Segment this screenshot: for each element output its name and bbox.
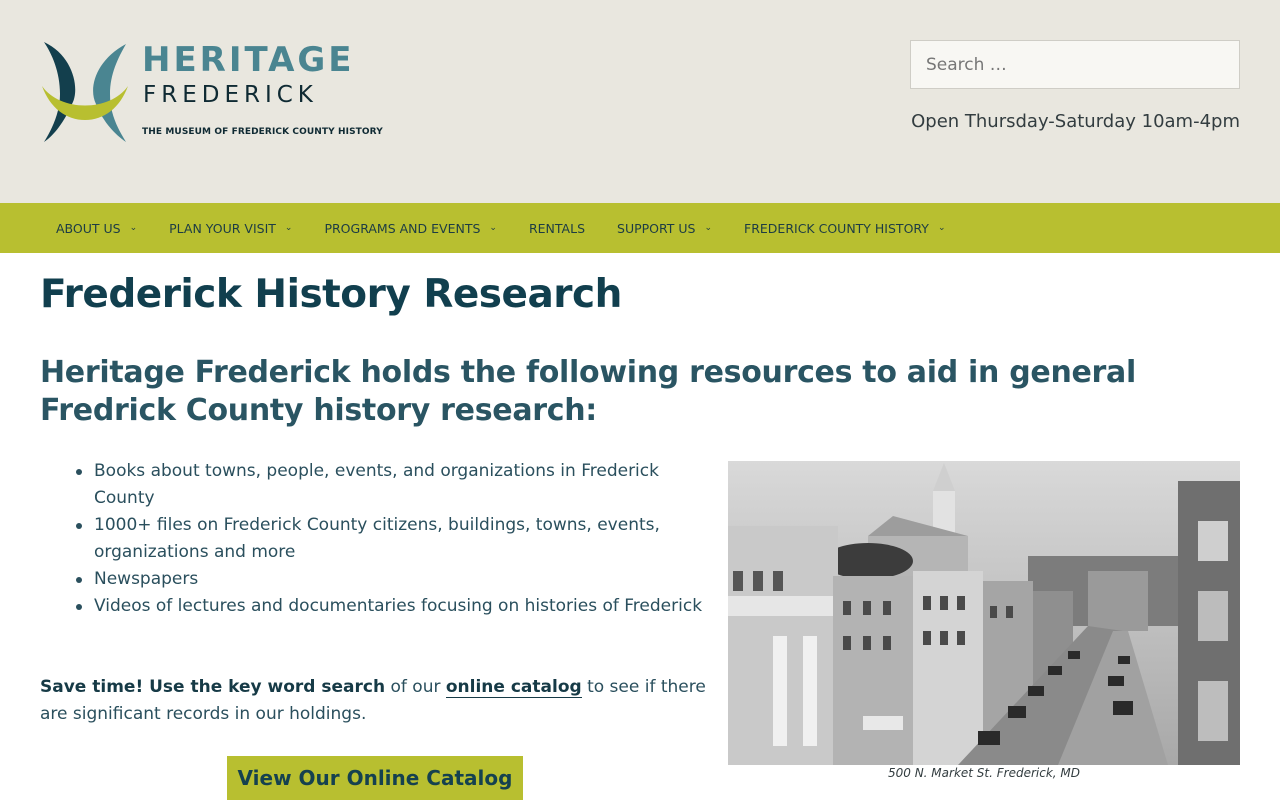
search-input[interactable] <box>910 40 1240 89</box>
site-header: HERITAGE FREDERICK THE MUSEUM OF FREDERI… <box>0 0 1280 203</box>
nav-item-about-us[interactable]: ABOUT US ⌄ <box>40 203 153 253</box>
chevron-down-icon: ⌄ <box>704 223 713 233</box>
opening-hours: Open Thursday-Saturday 10am-4pm <box>911 111 1240 132</box>
tip-bold-text: Save time! Use the key word search <box>40 677 386 697</box>
nav-item-label: SUPPORT US <box>617 220 696 236</box>
list-item: Newspapers <box>40 566 705 593</box>
tip-text: of our <box>385 677 446 697</box>
logo-text-frederick: FREDERICK <box>143 82 318 108</box>
resource-list: Books about towns, people, events, and o… <box>40 458 705 620</box>
list-item: 1000+ files on Frederick County citizens… <box>40 512 705 566</box>
chevron-down-icon: ⌄ <box>129 223 138 233</box>
page-title: Frederick History Research <box>40 272 622 317</box>
site-logo[interactable]: HERITAGE FREDERICK THE MUSEUM OF FREDERI… <box>40 40 383 150</box>
list-item: Books about towns, people, events, and o… <box>40 458 705 512</box>
chevron-down-icon: ⌄ <box>489 223 497 233</box>
nav-item-label: ABOUT US <box>56 220 121 236</box>
nav-item-plan-your-visit[interactable]: PLAN YOUR VISIT ⌄ <box>153 203 308 253</box>
photo-caption: 500 N. Market St. Frederick, MD <box>887 766 1081 780</box>
nav-item-rentals[interactable]: RENTALS <box>513 203 601 253</box>
logo-tagline: THE MUSEUM OF FREDERICK COUNTY HISTORY <box>142 127 383 137</box>
nav-item-label: FREDERICK COUNTY HISTORY <box>744 220 929 236</box>
nav-item-support-us[interactable]: SUPPORT US ⌄ <box>601 203 728 253</box>
section-subtitle: Heritage Frederick holds the following r… <box>40 355 1136 428</box>
heritage-logo-mark-icon <box>42 42 128 142</box>
online-catalog-link[interactable]: online catalog <box>445 677 582 698</box>
view-catalog-button[interactable]: View Our Online Catalog <box>227 756 523 800</box>
nav-item-label: RENTALS <box>528 220 586 236</box>
nav-item-label: PLAN YOUR VISIT <box>169 220 276 236</box>
chevron-down-icon: ⌄ <box>937 223 946 233</box>
nav-item-programs-and-events[interactable]: PROGRAMS AND EVENTS ⌄ <box>308 203 513 253</box>
nav-list: ABOUT US ⌄ PLAN YOUR VISIT ⌄ PROGRAMS AN… <box>40 203 961 253</box>
catalog-tip: Save time! Use the key word search of ou… <box>40 674 710 728</box>
main-nav: ABOUT US ⌄ PLAN YOUR VISIT ⌄ PROGRAMS AN… <box>0 203 1280 253</box>
nav-item-label: PROGRAMS AND EVENTS <box>324 220 481 236</box>
list-item: Videos of lectures and documentaries foc… <box>40 593 705 620</box>
nav-item-frederick-county-history[interactable]: FREDERICK COUNTY HISTORY ⌄ <box>728 203 961 253</box>
historic-street-photo <box>728 461 1240 765</box>
logo-text-heritage: HERITAGE <box>142 40 355 80</box>
chevron-down-icon: ⌄ <box>284 223 293 233</box>
